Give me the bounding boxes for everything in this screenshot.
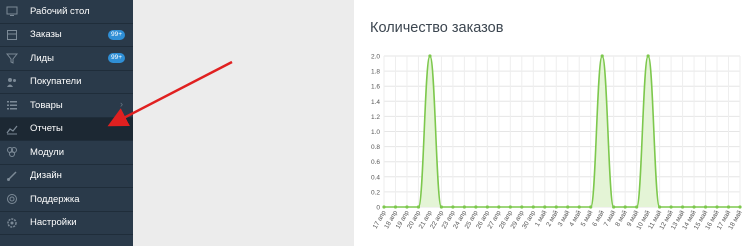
count-badge: 99+	[107, 53, 125, 63]
data-point	[416, 205, 421, 209]
sidebar-item-users[interactable]: Покупатели	[0, 71, 133, 94]
data-point	[623, 205, 627, 209]
data-point	[600, 54, 604, 58]
chevron-right-icon: ›	[120, 99, 123, 109]
data-point	[462, 205, 466, 209]
desktop-icon	[6, 5, 18, 17]
sidebar-item-support[interactable]: Поддержка	[0, 188, 133, 212]
box-icon	[6, 29, 18, 41]
count-badge: 99+	[107, 29, 125, 40]
sidebar-item-box[interactable]: Заказы 99+	[0, 24, 133, 47]
data-point	[726, 205, 731, 209]
y-tick-label: 0.2	[371, 189, 380, 196]
sidebar-item-desktop[interactable]: Рабочий стол	[0, 0, 133, 24]
data-point	[669, 205, 673, 209]
data-point	[428, 54, 432, 58]
data-point	[554, 205, 558, 209]
data-point	[543, 205, 547, 209]
sidebar-item-label: Рабочий стол	[30, 5, 90, 17]
gear-icon	[6, 217, 18, 229]
y-tick-label: 2.0	[371, 54, 380, 61]
data-point	[589, 205, 593, 209]
data-point	[520, 205, 524, 209]
y-tick-label: 0.8	[371, 144, 380, 151]
modules-icon	[6, 146, 18, 158]
y-tick-label: 1.0	[371, 129, 380, 136]
data-point	[485, 205, 489, 209]
y-tick-label: 1.8	[371, 69, 380, 76]
y-tick-label: 0.6	[371, 159, 380, 166]
sidebar-item-label: Настройки	[30, 217, 77, 229]
sidebar-item-label: Лиды	[30, 52, 54, 64]
data-point	[497, 205, 501, 209]
sidebar-item-label: Отчеты	[30, 123, 63, 135]
data-point	[566, 205, 570, 209]
y-tick-label: 1.2	[371, 114, 380, 121]
sidebar-item-label: Модули	[30, 146, 65, 158]
brush-icon	[6, 170, 18, 182]
chart-icon	[6, 123, 18, 135]
y-tick-label: 0	[376, 205, 380, 212]
support-icon	[6, 193, 18, 205]
data-point	[715, 205, 719, 209]
y-tick-label: 1.6	[371, 84, 380, 91]
sidebar-item-label: Товары	[30, 99, 63, 111]
sidebar-item-label: Заказы	[30, 29, 62, 41]
sidebar-item-brush[interactable]: Дизайн	[0, 165, 133, 188]
list-icon	[6, 99, 18, 111]
sidebar-item-modules[interactable]: Модули	[0, 141, 133, 165]
data-point	[474, 205, 478, 209]
data-point	[531, 205, 535, 209]
data-point	[646, 54, 650, 58]
data-point	[393, 205, 398, 209]
y-tick-label: 1.4	[371, 99, 380, 106]
users-icon	[6, 76, 18, 88]
data-point	[680, 205, 685, 209]
data-point	[612, 205, 616, 209]
sidebar-item-list[interactable]: Товары ›	[0, 94, 133, 118]
content-background	[133, 0, 354, 246]
data-point	[658, 205, 662, 209]
data-point	[439, 205, 444, 209]
sidebar-item-label: Дизайн	[30, 170, 62, 182]
sidebar-item-gear[interactable]: Настройки	[0, 212, 133, 235]
orders-chart: 00.20.40.60.81.01.21.41.61.82.017 апр18 …	[371, 54, 744, 231]
sidebar-item-chart[interactable]: Отчеты	[0, 117, 133, 141]
sidebar-item-label: Поддержка	[30, 193, 80, 205]
y-tick-label: 0.4	[371, 174, 380, 181]
sidebar: Рабочий стол Заказы 99+ Лиды 99+ Покупатели То…	[0, 0, 133, 246]
sidebar-item-funnel[interactable]: Лиды 99+	[0, 47, 133, 71]
data-point	[577, 205, 581, 209]
data-point	[382, 205, 386, 209]
data-point	[635, 205, 639, 209]
funnel-icon	[6, 52, 18, 64]
data-point	[508, 205, 512, 209]
data-point	[405, 205, 409, 209]
data-point	[703, 205, 708, 209]
data-point	[738, 205, 742, 209]
sidebar-item-label: Покупатели	[30, 76, 82, 88]
data-point	[692, 205, 696, 209]
data-point	[451, 205, 455, 209]
